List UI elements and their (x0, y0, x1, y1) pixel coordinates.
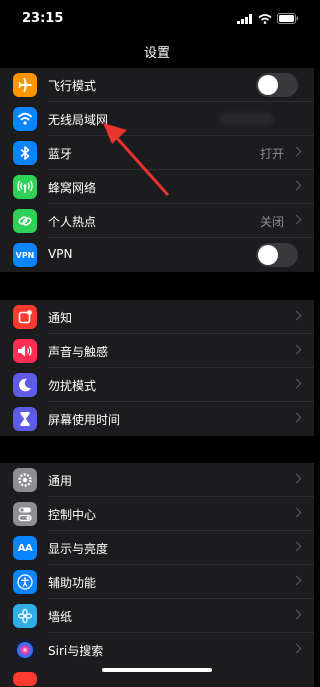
settings-group-notifications: 通知 声音与触感 勿扰模式 屏幕使用时间 (0, 300, 314, 436)
row-label: 显示与亮度 (48, 542, 109, 556)
wifi-icon (13, 107, 37, 131)
row-airplane-mode[interactable]: 飞行模式 (0, 68, 314, 102)
row-siri-search[interactable]: Siri与搜索 (0, 633, 314, 667)
row-wallpaper[interactable]: 墙纸 (0, 599, 314, 633)
airplane-mode-toggle[interactable] (256, 73, 298, 97)
chevron-right-icon (291, 609, 302, 620)
row-label: 声音与触感 (48, 345, 109, 359)
row-bluetooth[interactable]: 蓝牙 打开 (0, 136, 314, 170)
airplane-icon (13, 73, 37, 97)
settings-group-connectivity: 飞行模式 无线局域网 蓝牙 打开 蜂窝网络 个人热点 关闭 VPN VPN (0, 68, 314, 272)
row-label: 飞行模式 (48, 79, 97, 93)
switches-icon (13, 502, 37, 526)
gear-icon (13, 468, 37, 492)
row-label: 屏幕使用时间 (48, 413, 121, 427)
row-label: 通知 (48, 311, 73, 325)
chevron-right-icon (291, 378, 302, 389)
signal-icon (237, 13, 252, 24)
row-vpn[interactable]: VPN VPN (0, 238, 314, 272)
vpn-toggle[interactable] (256, 243, 298, 267)
row-label: 辅助功能 (48, 576, 97, 590)
chevron-right-icon (291, 146, 302, 157)
row-label: 通用 (48, 474, 73, 488)
hotspot-status-value: 关闭 (259, 215, 284, 229)
row-sounds-haptics[interactable]: 声音与触感 (0, 334, 314, 368)
hotspot-icon (13, 209, 37, 233)
wifi-status-icon (258, 13, 272, 24)
row-cellular[interactable]: 蜂窝网络 (0, 170, 314, 204)
row-display-brightness[interactable]: AA 显示与亮度 (0, 531, 314, 565)
status-icons (237, 13, 299, 24)
row-screen-time[interactable]: 屏幕使用时间 (0, 402, 314, 436)
bluetooth-status-value: 打开 (259, 147, 284, 161)
row-label: 个人热点 (48, 215, 97, 229)
chevron-right-icon (291, 473, 302, 484)
chevron-right-icon (291, 643, 302, 654)
row-label: VPN (48, 247, 73, 261)
page-title: 设置 (143, 46, 170, 61)
chevron-right-icon (291, 575, 302, 586)
flower-icon (13, 604, 37, 628)
row-label: 蜂窝网络 (48, 181, 97, 195)
display-icon: AA (13, 536, 37, 560)
home-indicator (102, 668, 212, 672)
row-personal-hotspot[interactable]: 个人热点 关闭 (0, 204, 314, 238)
chevron-right-icon (291, 180, 302, 191)
moon-icon (13, 373, 37, 397)
chevron-right-icon (291, 214, 302, 225)
antenna-icon (13, 175, 37, 199)
row-label: 控制中心 (48, 508, 97, 522)
hourglass-icon (13, 407, 37, 431)
row-label: 无线局域网 (48, 113, 109, 127)
row-label: 蓝牙 (48, 147, 73, 161)
row-label: 墙纸 (48, 610, 73, 624)
row-label: 勿扰模式 (48, 379, 97, 393)
row-wifi[interactable]: 无线局域网 (0, 102, 314, 136)
vpn-icon: VPN (13, 243, 37, 267)
accessibility-icon (13, 570, 37, 594)
siri-icon (13, 638, 37, 662)
wifi-network-name-blurred (219, 113, 274, 125)
chevron-right-icon (291, 344, 302, 355)
chevron-right-icon (291, 541, 302, 552)
chevron-right-icon (291, 412, 302, 423)
chevron-right-icon (291, 310, 302, 321)
chevron-right-icon (291, 507, 302, 518)
row-general[interactable]: 通用 (0, 463, 314, 497)
row-label: Siri与搜索 (48, 644, 104, 658)
bluetooth-icon (13, 141, 37, 165)
row-accessibility[interactable]: 辅助功能 (0, 565, 314, 599)
row-notifications[interactable]: 通知 (0, 300, 314, 334)
notification-icon (13, 305, 37, 329)
speaker-icon (13, 339, 37, 363)
settings-group-general: 通用 控制中心 AA 显示与亮度 辅助功能 墙纸 Siri与搜索 (0, 463, 314, 687)
row-control-center[interactable]: 控制中心 (0, 497, 314, 531)
battery-icon (277, 13, 298, 24)
status-time: 23:15 (22, 11, 64, 26)
row-do-not-disturb[interactable]: 勿扰模式 (0, 368, 314, 402)
status-bar: 23:15 (0, 0, 314, 36)
